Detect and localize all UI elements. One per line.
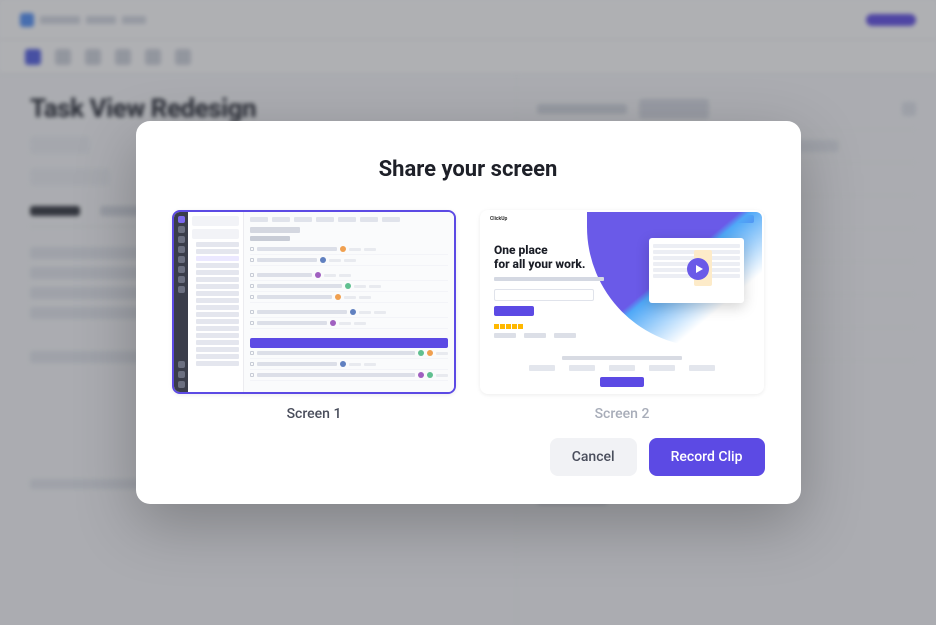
modal-overlay: Share your screen xyxy=(0,0,936,625)
share-screen-modal: Share your screen xyxy=(136,121,801,504)
cancel-button[interactable]: Cancel xyxy=(550,438,637,476)
screen-1-thumbnail xyxy=(172,210,456,394)
screen-option-2[interactable]: ClickUp One placefor all your work. xyxy=(480,210,764,422)
screen-option-1[interactable]: Screen 1 xyxy=(172,210,456,422)
screen-2-thumbnail: ClickUp One placefor all your work. xyxy=(480,210,764,394)
screen-2-label: Screen 2 xyxy=(480,406,764,422)
record-clip-button[interactable]: Record Clip xyxy=(649,438,765,476)
play-icon xyxy=(687,258,709,280)
screen-options: Screen 1 ClickUp One placefor all your w… xyxy=(172,210,765,422)
screen-1-label: Screen 1 xyxy=(172,406,456,422)
modal-title: Share your screen xyxy=(172,157,765,182)
modal-actions: Cancel Record Clip xyxy=(172,438,765,476)
